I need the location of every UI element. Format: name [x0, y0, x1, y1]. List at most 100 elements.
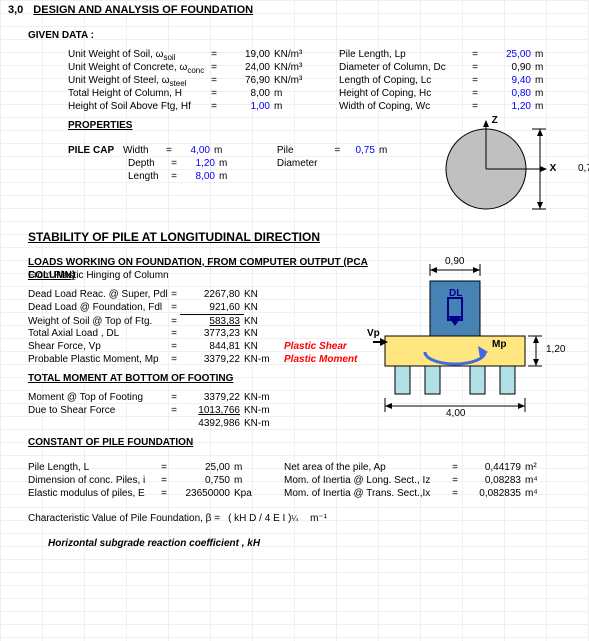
param-unit: m	[535, 74, 575, 87]
param-label: Total Height of Column, H	[68, 87, 208, 100]
param-label: Height of Soil Above Ftg, Hf	[68, 100, 208, 113]
section-num: 3,0	[8, 4, 23, 17]
stability-heading: STABILITY OF PILE AT LONGITUDINAL DIRECT…	[28, 231, 320, 244]
moment-unit: KN-m	[244, 391, 284, 404]
load-unit: KN	[244, 340, 284, 353]
pile-dia-unit: m	[379, 144, 416, 157]
param-unit: m	[535, 61, 575, 74]
pilecap-unit: m	[219, 170, 259, 183]
param-unit: m	[535, 48, 575, 61]
given-data-heading: GIVEN DATA :	[28, 29, 94, 42]
const-unit: m	[234, 474, 274, 487]
ftg-h-dim: 1,20	[546, 344, 565, 355]
moment-val: 1013,766	[180, 404, 244, 417]
const-val: 0,44179	[461, 461, 525, 474]
param-val: 24,00	[220, 61, 274, 74]
footing-diagram: 0,90 DL Vp Mp 1,20 4,00	[370, 256, 581, 430]
properties-heading: PROPERTIES	[68, 119, 132, 132]
moment-val: 4392,986	[180, 417, 244, 430]
moment-unit: KN-m	[244, 404, 284, 417]
const-label: Mom. of Inertia @ Long. Sect., Iz	[284, 474, 449, 487]
load-note: Plastic Moment	[284, 353, 357, 366]
const-unit: m⁴	[525, 487, 565, 500]
constant-heading: CONSTANT OF PILE FOUNDATION	[28, 436, 193, 449]
const-label: Mom. of Inertia @ Trans. Sect.,Ix	[284, 487, 449, 500]
param-val: 8,00	[220, 87, 274, 100]
pilecap-label: Length	[128, 170, 168, 183]
pilecap-unit: m	[214, 144, 254, 157]
pilecap-val: 4,00	[175, 144, 214, 157]
load-unit: KN	[244, 327, 284, 340]
column-section-diagram: Z X 0,75 m	[416, 119, 589, 219]
const-label: Pile Length, L	[28, 461, 158, 474]
load-val: 844,81	[180, 340, 244, 353]
vp-label: Vp	[367, 328, 380, 339]
dl-label: DL	[449, 288, 462, 299]
pilecap-val: 8,00	[180, 170, 219, 183]
param-unit: KN/m³	[274, 74, 314, 87]
const-unit: m⁴	[525, 474, 565, 487]
const-label: Net area of the pile, Ap	[284, 461, 449, 474]
ftg-w-dim: 4,00	[446, 408, 465, 419]
load-label: Dead Load Reac. @ Super, Pdl	[28, 288, 168, 301]
param-val: 9,40	[481, 74, 535, 87]
param-val: 0,80	[481, 87, 535, 100]
moment-unit: KN-m	[244, 417, 284, 430]
pilecap-label: Depth	[128, 157, 168, 170]
const-label: Elastic modulus of piles, E	[28, 487, 158, 500]
param-val: 1,20	[481, 100, 535, 113]
param-label: Length of Coping, Lc	[339, 74, 469, 87]
param-val: 76,90	[220, 74, 274, 87]
const-val: 25,00	[170, 461, 234, 474]
axis-z: Z	[492, 115, 498, 126]
param-unit: KN/m³	[274, 48, 314, 61]
param-unit: m	[535, 100, 575, 113]
param-label: Pile Length, Lp	[339, 48, 469, 61]
pilecap-val: 1,20	[180, 157, 219, 170]
col-dim: 0,75 m	[554, 163, 589, 174]
param-label: Height of Coping, Hc	[339, 87, 469, 100]
moment-val: 3379,22	[180, 391, 244, 404]
section-header: 3,0 DESIGN AND ANALYSIS OF FOUNDATION	[8, 4, 581, 17]
const-val: 0,08283	[461, 474, 525, 487]
param-label: Diameter of Column, Dc	[339, 61, 469, 74]
moment-label: Due to Shear Force	[28, 404, 168, 417]
load-val: 2267,80	[180, 288, 244, 301]
load-unit: KN-m	[244, 353, 284, 366]
load-unit: KN	[244, 301, 284, 314]
param-unit: m	[274, 100, 314, 113]
kh-heading: Horizontal subgrade reaction coefficient…	[48, 537, 260, 550]
const-unit: Kpa	[234, 487, 274, 500]
param-val: 19,00	[220, 48, 274, 61]
load-val: 583,83	[180, 314, 244, 328]
const-unit: m	[234, 461, 274, 474]
pile-dia-val: 0,75	[343, 144, 379, 157]
param-val: 0,90	[481, 61, 535, 74]
param-unit: m	[535, 87, 575, 100]
param-val: 25,00	[481, 48, 535, 61]
ftg-top-dim: 0,90	[445, 256, 464, 267]
load-label: Shear Force, Vp	[28, 340, 168, 353]
load-note: Plastic Shear	[284, 340, 347, 353]
const-val: 0,082835	[461, 487, 525, 500]
section-title: DESIGN AND ANALYSIS OF FOUNDATION	[33, 4, 253, 17]
const-unit: m²	[525, 461, 565, 474]
beta-row: Characteristic Value of Pile Foundation,…	[8, 512, 581, 525]
load-label: Probable Plastic Moment, Mp	[28, 353, 168, 366]
const-val: 0,750	[170, 474, 234, 487]
param-unit: KN/m³	[274, 61, 314, 74]
load-val: 3379,22	[180, 353, 244, 366]
const-label: Dimension of conc. Piles, i	[28, 474, 158, 487]
load-val: 3773,23	[180, 327, 244, 340]
load-label: Dead Load @ Foundation, Fdl	[28, 301, 168, 314]
mp-label: Mp	[492, 339, 506, 350]
param-label: Width of Coping, Wc	[339, 100, 469, 113]
const-val: 23650000	[170, 487, 234, 500]
pilecap-unit: m	[219, 157, 259, 170]
pilecap-label: Width	[123, 144, 163, 157]
load-val: 921,60	[180, 301, 244, 314]
param-unit: m	[274, 87, 314, 100]
param-val: 1,00	[220, 100, 274, 113]
pilecap-heading: PILE CAP	[68, 144, 123, 157]
moment-label: Moment @ Top of Footing	[28, 391, 168, 404]
